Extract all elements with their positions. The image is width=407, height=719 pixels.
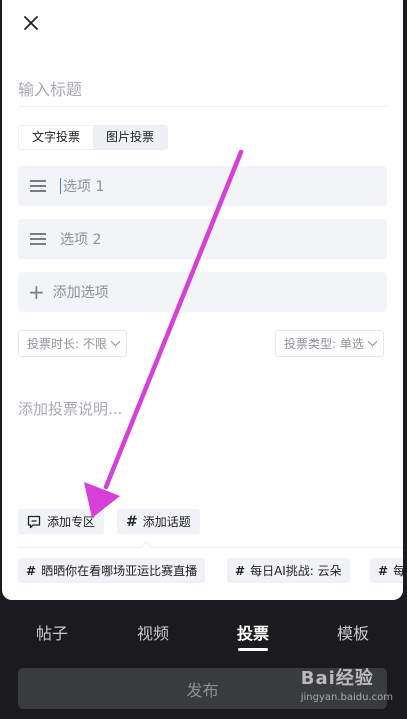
add-zone-button[interactable]: 添加专区	[18, 509, 105, 534]
option-input-1[interactable]: 选项 1	[63, 176, 104, 196]
tab-vote[interactable]: 投票	[237, 620, 269, 644]
caret-up-icon	[140, 541, 152, 548]
description-input[interactable]: 添加投票说明...	[18, 398, 122, 419]
chevron-down-icon	[367, 336, 378, 347]
add-zone-label: 添加专区	[47, 515, 96, 529]
recommended-topic-chip[interactable]: # 晒晒你在看哪场亚运比赛直播	[18, 558, 206, 583]
duration-select-label: 投票时长: 不限	[27, 337, 107, 351]
recommended-topic-label: 晒晒你在看哪场亚运比赛直播	[41, 564, 198, 578]
tab-videos[interactable]: 视频	[137, 620, 169, 644]
recommended-topic-chip[interactable]: # 每	[370, 558, 403, 583]
comment-square-icon	[27, 515, 41, 528]
vote-type-select-label: 投票类型: 单选	[284, 337, 364, 351]
hash-icon: #	[26, 563, 37, 578]
hash-icon: #	[126, 513, 138, 530]
add-option-label: 添加选项	[52, 285, 109, 301]
text-cursor	[60, 178, 61, 194]
tab-templates[interactable]: 模板	[337, 620, 369, 644]
publish-button[interactable]: 发布	[18, 668, 387, 709]
option-input-2[interactable]: 选项 2	[60, 229, 101, 249]
add-topic-label: 添加话题	[142, 515, 191, 529]
close-icon	[24, 16, 38, 30]
recommended-topic-label: 每	[393, 564, 403, 578]
duration-select[interactable]: 投票时长: 不限	[18, 330, 127, 357]
add-option-button[interactable]: + 添加选项	[18, 272, 387, 312]
drag-handle-icon[interactable]	[30, 233, 46, 245]
title-input[interactable]: 输入标题	[18, 76, 82, 100]
tab-text-vote[interactable]: 文字投票	[19, 126, 94, 149]
vote-editor-panel: 输入标题 文字投票 图片投票 选项 1 选项 2 + 添加选项 投票时长: 不限…	[2, 0, 403, 600]
recommended-topic-label: 每日AI挑战: 云朵	[250, 564, 342, 578]
chevron-down-icon	[110, 336, 121, 347]
recommend-divider	[18, 547, 403, 548]
bottom-tab-bar: 帖子 视频 投票 模板	[0, 612, 407, 652]
option-row-2[interactable]: 选项 2	[18, 219, 387, 259]
hash-icon: #	[235, 563, 246, 578]
tab-image-vote[interactable]: 图片投票	[93, 126, 168, 149]
active-tab-indicator	[238, 648, 268, 651]
add-topic-button[interactable]: # 添加话题	[117, 509, 200, 534]
drag-handle-icon[interactable]	[30, 180, 46, 192]
title-divider	[18, 106, 388, 107]
vote-type-select[interactable]: 投票类型: 单选	[275, 330, 384, 357]
tab-posts[interactable]: 帖子	[36, 620, 68, 644]
recommended-topic-chip[interactable]: # 每日AI挑战: 云朵	[227, 558, 350, 583]
option-row-1[interactable]: 选项 1	[18, 166, 387, 206]
close-button[interactable]	[20, 12, 42, 34]
hash-icon: #	[378, 563, 389, 578]
vote-type-toggle: 文字投票 图片投票	[18, 125, 169, 150]
plus-icon: +	[28, 280, 45, 304]
